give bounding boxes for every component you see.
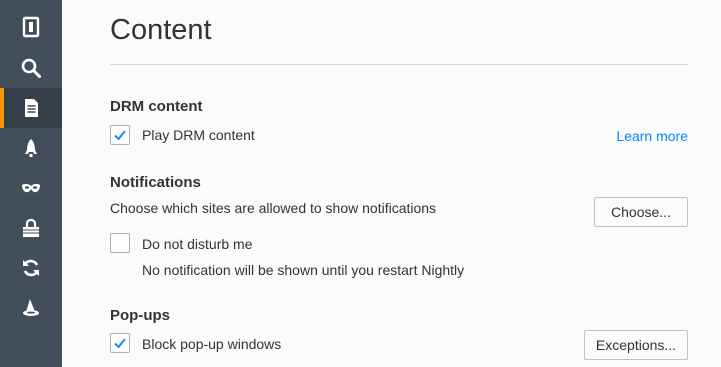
- privacy-mask-icon: [22, 183, 40, 193]
- content-icon: [25, 99, 38, 117]
- popup-exceptions-button[interactable]: Exceptions...: [584, 330, 688, 360]
- nav-applications[interactable]: [0, 128, 62, 168]
- block-popups-checkbox[interactable]: [110, 333, 130, 353]
- play-drm-label[interactable]: Play DRM content: [142, 127, 255, 143]
- applications-icon: [25, 139, 37, 157]
- drm-heading: DRM content: [110, 98, 203, 115]
- nav-search[interactable]: [0, 48, 62, 88]
- search-icon: [21, 58, 41, 78]
- page-title: Content: [110, 14, 212, 46]
- checkmark-icon: [114, 130, 126, 141]
- notifications-description: Choose which sites are allowed to show n…: [110, 200, 437, 216]
- security-lock-icon: [23, 218, 39, 237]
- nav-sync[interactable]: [0, 248, 62, 288]
- general-icon: [22, 16, 40, 38]
- play-drm-checkbox[interactable]: [110, 125, 130, 145]
- do-not-disturb-note: No notification will be shown until you …: [142, 262, 465, 278]
- learn-more-link[interactable]: Learn more: [616, 128, 688, 144]
- checkmark-icon: [114, 338, 126, 349]
- sidebar: [0, 0, 62, 367]
- content-pane: Content DRM content Play DRM content Lea…: [62, 0, 721, 367]
- block-popups-label[interactable]: Block pop-up windows: [142, 336, 281, 352]
- do-not-disturb-label[interactable]: Do not disturb me: [142, 236, 253, 252]
- nav-security[interactable]: [0, 208, 62, 248]
- notifications-heading: Notifications: [110, 174, 201, 191]
- do-not-disturb-checkbox[interactable]: [110, 233, 130, 253]
- nav-advanced[interactable]: [0, 288, 62, 328]
- choose-notifications-button[interactable]: Choose...: [594, 197, 688, 227]
- advanced-wizard-hat-icon: [23, 299, 39, 316]
- nav-content[interactable]: [0, 88, 62, 128]
- nav-privacy[interactable]: [0, 168, 62, 208]
- nav-general[interactable]: [0, 7, 62, 47]
- title-divider: [110, 64, 688, 65]
- popups-heading: Pop-ups: [110, 307, 170, 324]
- sync-icon: [23, 259, 39, 277]
